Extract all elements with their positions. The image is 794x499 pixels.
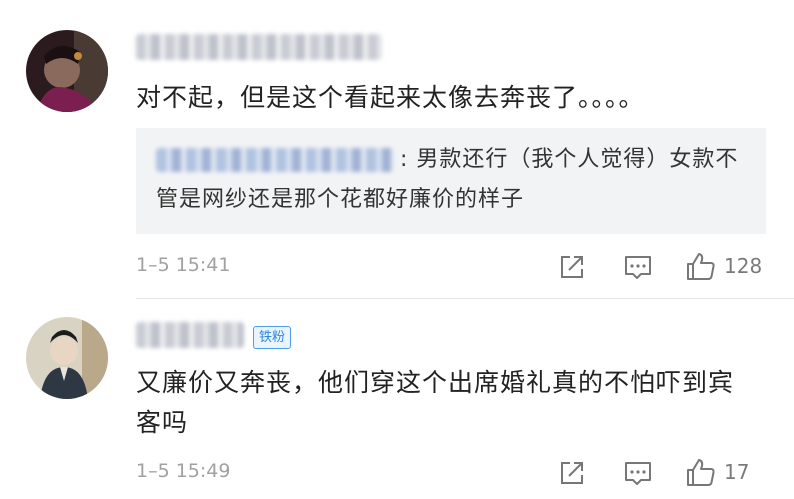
share-icon	[561, 462, 583, 484]
comment-button[interactable]	[621, 250, 655, 284]
like-count: 128	[724, 254, 763, 278]
thumbs-up-icon	[687, 459, 715, 486]
like-button[interactable]	[684, 250, 718, 284]
timestamp: 1–5 15:41	[136, 254, 231, 276]
avatar-image	[26, 317, 108, 399]
comment-meta: 1–5 15:49 17	[0, 456, 794, 490]
like-button[interactable]	[684, 456, 718, 490]
avatar-image	[26, 30, 108, 112]
fan-badge: 铁粉	[253, 326, 291, 349]
timestamp: 1–5 15:49	[136, 460, 231, 482]
divider	[136, 298, 794, 299]
share-button[interactable]	[555, 456, 589, 490]
comment-meta: 1–5 15:41 128	[0, 250, 794, 284]
avatar[interactable]	[26, 30, 108, 112]
quoted-text: : 男款还行（我个人觉得）女款不管是网纱还是那个花都好廉价的样子	[156, 147, 739, 212]
comment-item: 铁粉 又廉价又奔丧，他们穿这个出席婚礼真的不怕吓到宾客吗 1–5 15:49 1…	[0, 300, 794, 499]
comment-text: 又廉价又奔丧，他们穿这个出席婚礼真的不怕吓到宾客吗	[136, 368, 735, 437]
username-blurred[interactable]	[136, 34, 382, 60]
comment-icon	[625, 256, 651, 279]
share-icon	[561, 256, 583, 278]
comment-text: 对不起，但是这个看起来太像去奔丧了。。。。	[136, 83, 645, 112]
comment-icon	[625, 462, 651, 485]
quoted-reply[interactable]: : 男款还行（我个人觉得）女款不管是网纱还是那个花都好廉价的样子	[136, 128, 766, 234]
avatar[interactable]	[26, 317, 108, 399]
username-blurred[interactable]	[136, 322, 244, 348]
thumbs-up-icon	[687, 253, 715, 280]
comment-item: 对不起，但是这个看起来太像去奔丧了。。。。 : 男款还行（我个人觉得）女款不管是…	[0, 0, 794, 300]
comment-button[interactable]	[621, 456, 655, 490]
share-button[interactable]	[555, 250, 589, 284]
like-count: 17	[724, 460, 750, 484]
